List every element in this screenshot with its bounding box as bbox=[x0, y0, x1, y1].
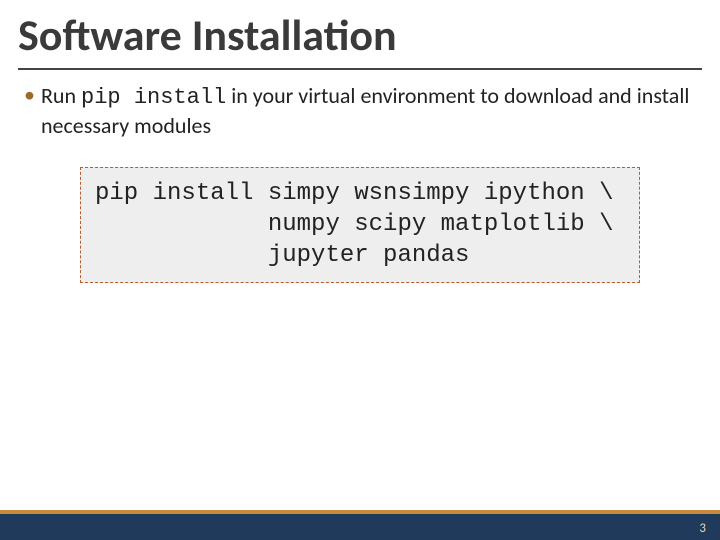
page-number: 3 bbox=[699, 521, 706, 536]
footer-main-stripe: 3 bbox=[0, 514, 720, 540]
code-block: pip install simpy wsnsimpy ipython \ num… bbox=[80, 167, 640, 283]
slide-title: Software Installation bbox=[0, 0, 720, 68]
body-content: • Run pip install in your virtual enviro… bbox=[0, 70, 720, 283]
bullet-text: Run pip install in your virtual environm… bbox=[41, 82, 696, 139]
slide: Software Installation • Run pip install … bbox=[0, 0, 720, 540]
bullet-item: • Run pip install in your virtual enviro… bbox=[24, 82, 696, 139]
bullet-prefix: Run bbox=[41, 82, 81, 109]
footer: 3 bbox=[0, 510, 720, 540]
inline-code: pip install bbox=[81, 85, 226, 110]
bullet-icon: • bbox=[24, 82, 35, 108]
